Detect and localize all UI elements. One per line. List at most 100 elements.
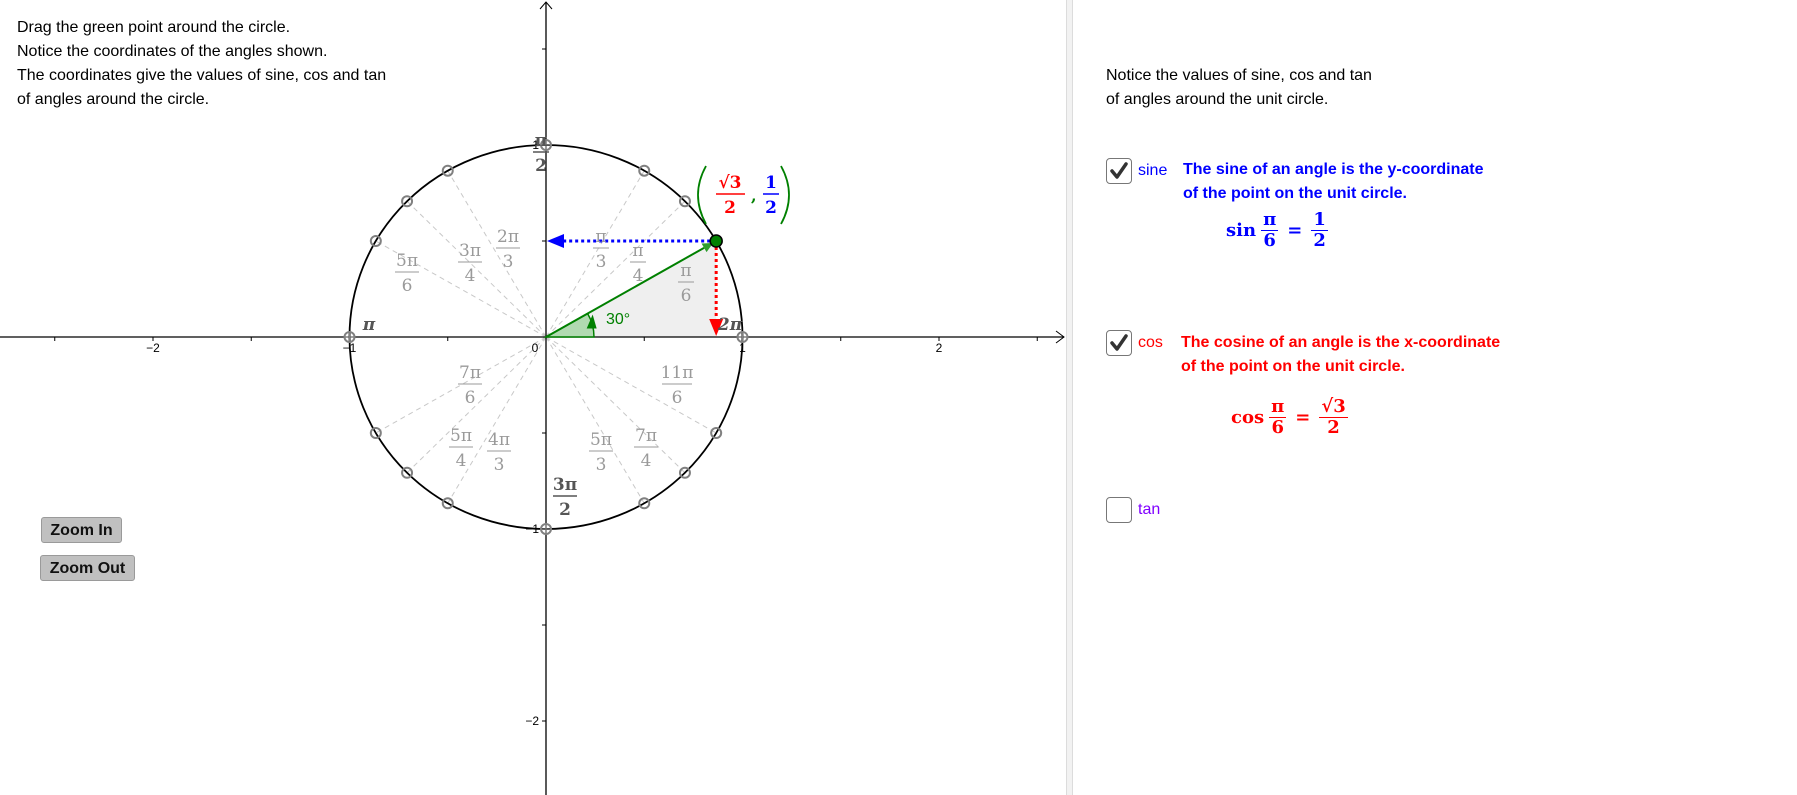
angle-label-3pi-4: 3π4 bbox=[458, 241, 482, 286]
sine-function-name: sin bbox=[1226, 220, 1257, 241]
cos-arg-numerator: π bbox=[1269, 396, 1287, 418]
cos-description: The cosine of an angle is the x-coordina… bbox=[1181, 331, 1500, 379]
zoom-out-button[interactable]: Zoom Out bbox=[40, 555, 135, 581]
angle-label-denominator: 4 bbox=[456, 451, 467, 471]
angle-label-denominator: 6 bbox=[681, 286, 692, 306]
angle-label-numerator: 7π bbox=[635, 426, 657, 446]
draggable-green-point[interactable] bbox=[709, 234, 723, 248]
cos-value-numerator: √3 bbox=[1319, 396, 1348, 418]
angle-label-denominator: 3 bbox=[596, 455, 607, 475]
x-tick-label: 0 bbox=[532, 341, 539, 355]
zoom-in-button[interactable]: Zoom In bbox=[41, 517, 122, 543]
angle-label-pi: π bbox=[362, 315, 376, 335]
angle-label-0: 2π bbox=[717, 315, 743, 335]
angle-label-numerator: 3π bbox=[553, 475, 577, 495]
instruction-line: Notice the values of sine, cos and tan bbox=[1106, 67, 1372, 84]
angle-label-3pi-2: 3π2 bbox=[553, 475, 577, 520]
angle-label-numerator: 7π bbox=[459, 363, 481, 383]
angle-label-denominator: 3 bbox=[503, 252, 514, 272]
instruction-line: The coordinates give the values of sine,… bbox=[17, 67, 387, 84]
cos-value-denominator: 2 bbox=[1327, 417, 1340, 438]
angle-ray bbox=[545, 336, 686, 474]
angle-label-numerator: 5π bbox=[396, 251, 418, 271]
angle-label-pi-4: π4 bbox=[630, 241, 646, 286]
checkmark-icon bbox=[1110, 162, 1128, 179]
angle-label-numerator: 3π bbox=[459, 241, 481, 261]
angle-label-5pi-6: 5π6 bbox=[395, 251, 419, 296]
angle-label-numerator: π bbox=[595, 227, 606, 247]
instructions-right: Notice the values of sine, cos and tan o… bbox=[1106, 64, 1372, 112]
angle-label-denominator: 2 bbox=[559, 500, 571, 520]
cos-checkbox[interactable] bbox=[1106, 330, 1132, 356]
y-tick-label: −2 bbox=[525, 714, 539, 728]
angle-label-2pi-3: 2π3 bbox=[496, 227, 520, 272]
instructions-left: Drag the green point around the circle. … bbox=[17, 16, 386, 112]
sine-formula: sin π6 = 12 bbox=[1226, 210, 1331, 251]
coord-x-denominator: 2 bbox=[724, 198, 736, 218]
instruction-line: of angles around the circle. bbox=[17, 91, 210, 108]
cos-value: √3 2 bbox=[1319, 396, 1348, 438]
sine-description-line: The sine of an angle is the y-coordinate bbox=[1183, 161, 1484, 178]
panel-divider[interactable] bbox=[1066, 0, 1073, 795]
angle-label-7pi-6: 7π6 bbox=[458, 363, 482, 408]
point-coordinates-label: √3 2 , 1 2 bbox=[697, 165, 790, 225]
angle-ray bbox=[545, 336, 717, 434]
angle-label-numerator: π bbox=[680, 261, 691, 281]
sine-arg-denominator: 6 bbox=[1263, 230, 1276, 251]
cos-description-line: The cosine of an angle is the x-coordina… bbox=[1181, 334, 1501, 351]
right-panel: Notice the values of sine, cos and tan o… bbox=[1074, 0, 1797, 795]
instruction-line: Drag the green point around the circle. bbox=[17, 19, 291, 36]
tan-checkbox-label[interactable]: tan bbox=[1138, 501, 1160, 519]
checkmark-icon bbox=[1110, 334, 1128, 351]
equals-sign: = bbox=[1295, 407, 1311, 428]
angle-ray bbox=[375, 336, 547, 434]
cos-formula: cos π6 = √3 2 bbox=[1231, 397, 1351, 438]
angle-label-numerator: 11π bbox=[661, 363, 694, 383]
coord-comma: , bbox=[751, 186, 757, 205]
angle-label-text: π bbox=[362, 315, 376, 335]
cos-checkbox-label[interactable]: cos bbox=[1138, 334, 1163, 352]
angle-label-denominator: 4 bbox=[633, 266, 644, 286]
angle-label-numerator: 5π bbox=[590, 430, 612, 450]
angle-label-5pi-3: 5π3 bbox=[589, 430, 613, 475]
cos-description-line: of the point on the unit circle. bbox=[1181, 358, 1405, 375]
tan-checkbox[interactable] bbox=[1106, 497, 1132, 523]
sine-arg-numerator: π bbox=[1261, 209, 1279, 231]
cos-arg-denominator: 6 bbox=[1271, 417, 1284, 438]
angle-label-5pi-4: 5π4 bbox=[449, 426, 473, 471]
angle-label-11pi-6: 11π6 bbox=[661, 363, 694, 408]
angle-degree-label: 30° bbox=[606, 311, 630, 328]
angle-label-denominator: 4 bbox=[641, 451, 652, 471]
coord-y-numerator: 1 bbox=[765, 173, 777, 193]
graphics-view[interactable]: −2 −1 0 1 2 1 −1 −2 30° √3 2 , 1 2 2π π … bbox=[0, 0, 1066, 795]
cos-argument: π6 bbox=[1269, 396, 1287, 438]
left-paren bbox=[697, 165, 707, 225]
angle-label-numerator: π bbox=[535, 131, 547, 151]
angle-ray bbox=[406, 200, 547, 338]
sine-checkbox-label[interactable]: sine bbox=[1138, 162, 1167, 180]
angle-label-denominator: 6 bbox=[402, 276, 413, 296]
angle-ray bbox=[447, 336, 547, 504]
instruction-line: Notice the coordinates of the angles sho… bbox=[17, 43, 328, 60]
sine-value-numerator: 1 bbox=[1311, 209, 1328, 231]
unit-circle-plot[interactable]: −2 −1 0 1 21−1−2 30° √3 2 , 1 2 2ππ6π4π3… bbox=[0, 0, 1066, 795]
sine-checkbox[interactable] bbox=[1106, 158, 1132, 184]
angle-label-numerator: 2π bbox=[497, 227, 519, 247]
angle-label-numerator: 4π bbox=[488, 430, 510, 450]
coord-x-numerator: √3 bbox=[718, 173, 741, 193]
angle-label-denominator: 2 bbox=[535, 156, 547, 176]
angle-ray bbox=[406, 336, 547, 474]
right-paren bbox=[780, 165, 790, 225]
sine-description-line: of the point on the unit circle. bbox=[1183, 185, 1407, 202]
sine-value: 12 bbox=[1311, 210, 1328, 251]
angle-label-denominator: 3 bbox=[596, 252, 607, 272]
angle-label-numerator: 5π bbox=[450, 426, 472, 446]
equals-sign: = bbox=[1287, 220, 1303, 241]
sine-argument: π6 bbox=[1261, 209, 1279, 251]
sine-value-denominator: 2 bbox=[1313, 230, 1326, 251]
angle-label-denominator: 3 bbox=[494, 455, 505, 475]
angle-label-text: 2π bbox=[717, 315, 743, 335]
coord-y-denominator: 2 bbox=[765, 198, 777, 218]
x-tick-label: 2 bbox=[936, 341, 943, 355]
x-tick-label: −2 bbox=[146, 341, 160, 355]
